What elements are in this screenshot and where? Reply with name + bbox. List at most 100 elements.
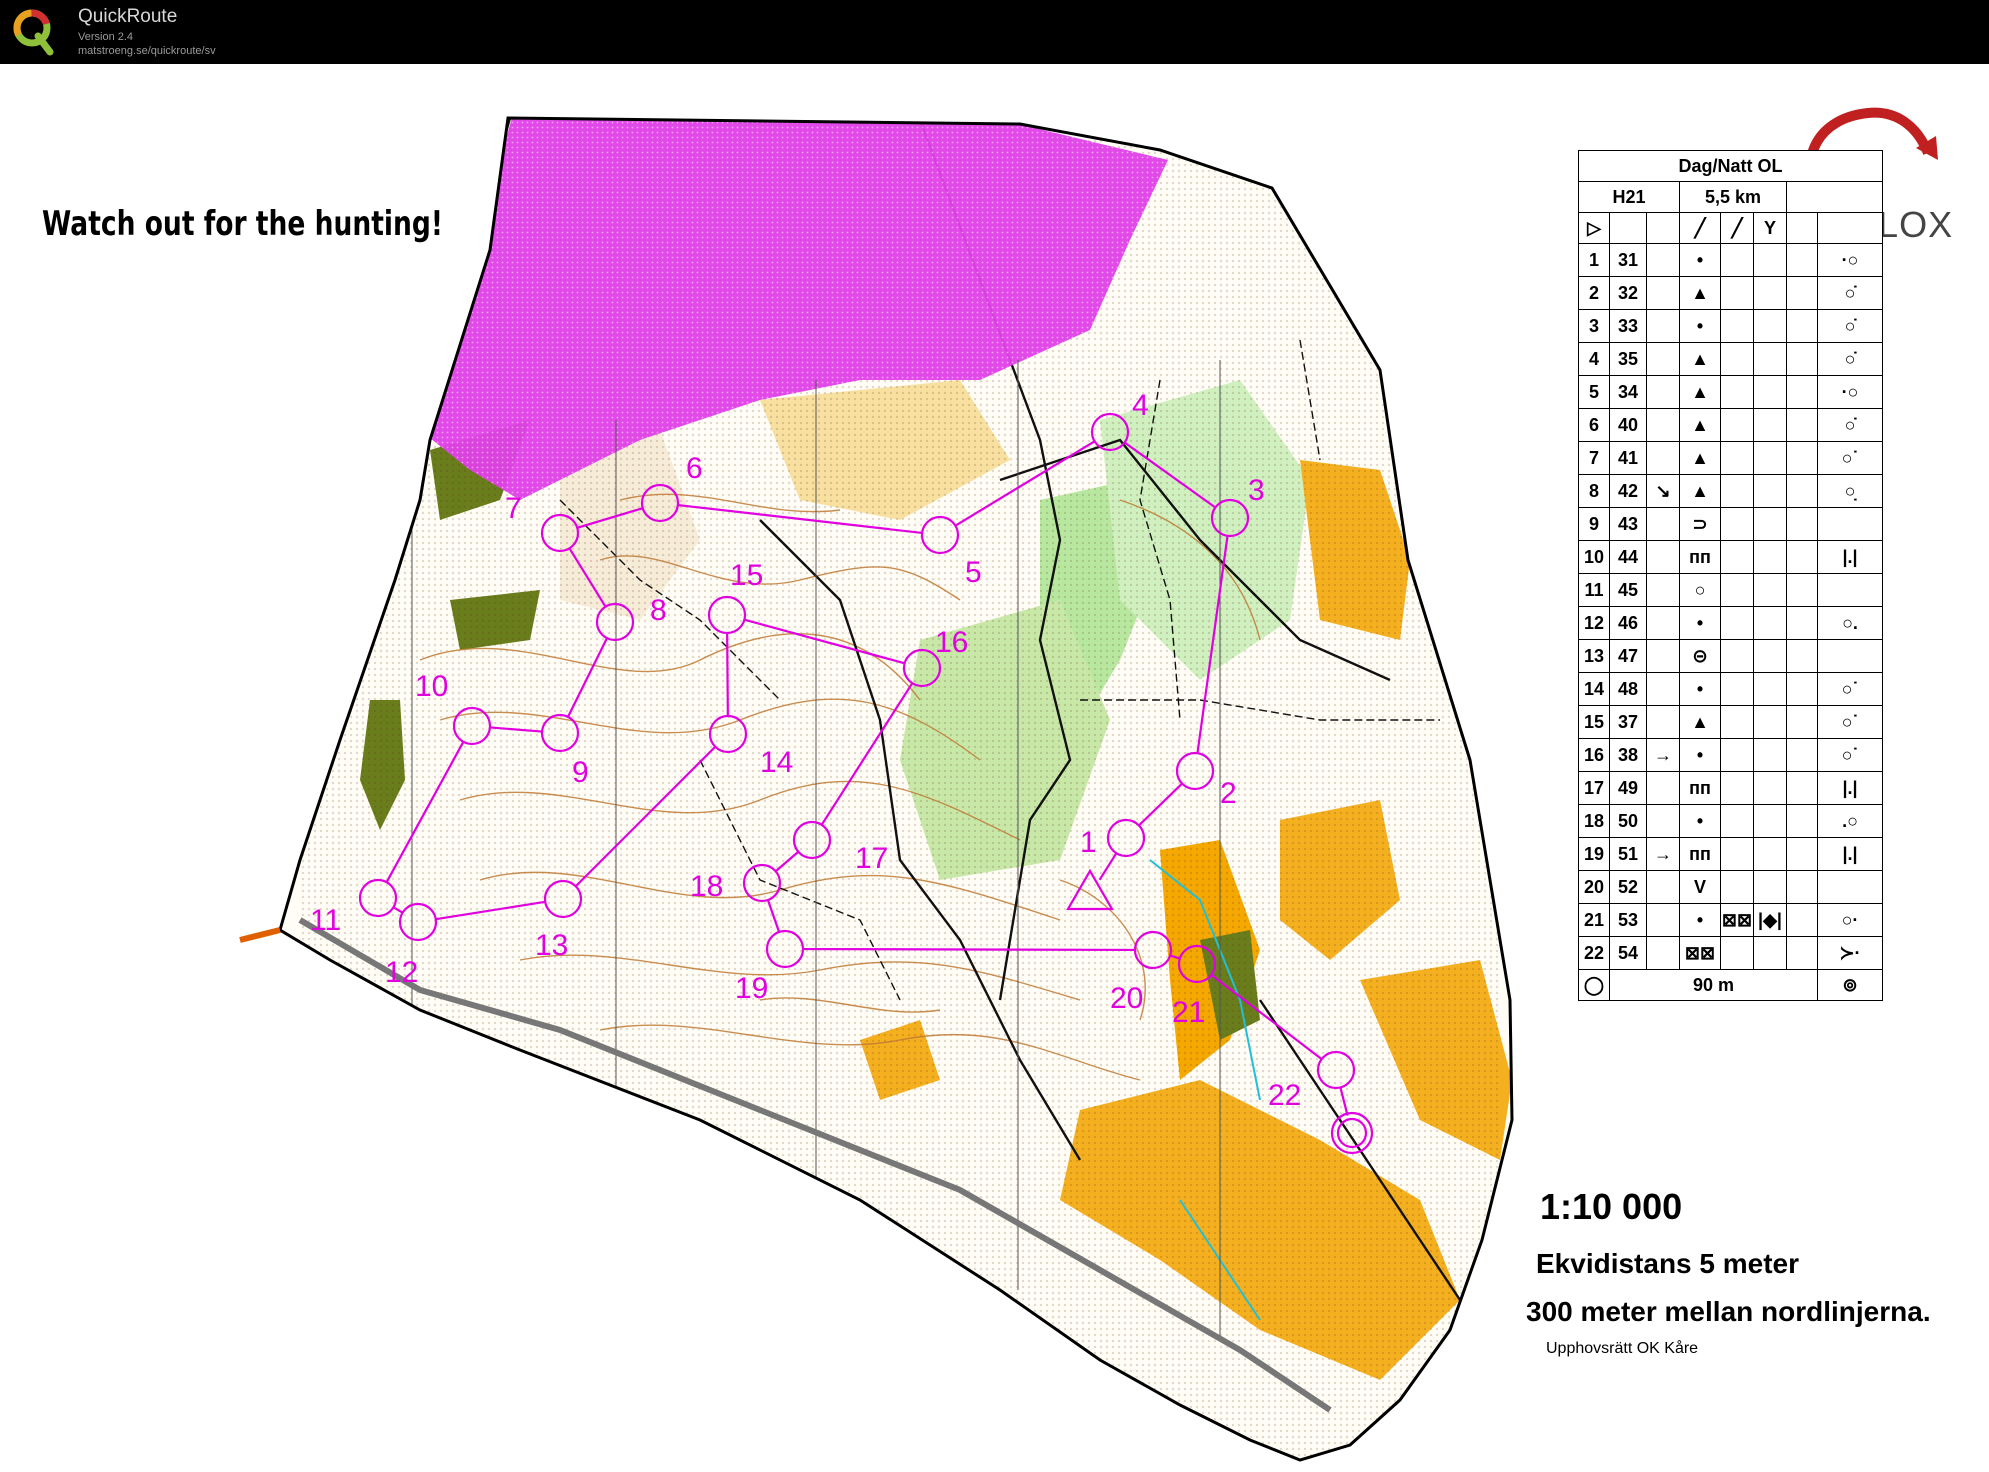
- cd-appearance: [1720, 309, 1754, 343]
- cd-row: 11 45 ○: [1578, 573, 1883, 607]
- cd-dimension: [1753, 672, 1787, 706]
- cd-location: |.|: [1817, 837, 1883, 871]
- cd-code: 42: [1609, 474, 1647, 508]
- cd-direction: [1646, 936, 1680, 970]
- cd-appearance: [1720, 342, 1754, 376]
- cd-code: 53: [1609, 903, 1647, 937]
- control-number-16: 16: [935, 626, 968, 659]
- cd-row: 5 34 ▲ ·○: [1578, 375, 1883, 409]
- cd-location: ○̇: [1817, 276, 1883, 310]
- control-number-8: 8: [650, 594, 667, 627]
- cd-feature: ▲: [1679, 276, 1721, 310]
- cd-dimension: [1753, 738, 1787, 772]
- contour-interval: Ekvidistans 5 meter: [1536, 1248, 1800, 1279]
- cd-blank: [1786, 276, 1818, 310]
- control-number-13: 13: [535, 929, 568, 962]
- cd-blank: [1786, 573, 1818, 607]
- cd-direction: [1646, 507, 1680, 541]
- cd-dimension: [1753, 771, 1787, 805]
- course-leg: [726, 632, 729, 717]
- cd-start-feature: ╱: [1679, 212, 1721, 244]
- cd-code: 48: [1609, 672, 1647, 706]
- control-description-sheet: Dag/Natt OL H21 5,5 km ▷ ╱ ╱ Y 1 31 • ·○ 2 32 ▲ ○̇ 3 33 •…: [1578, 150, 1883, 1001]
- cd-direction: [1646, 243, 1680, 277]
- cd-code: 34: [1609, 375, 1647, 409]
- cd-code: 50: [1609, 804, 1647, 838]
- cd-number: 14: [1578, 672, 1610, 706]
- map-canvas[interactable]: 1 2 3 4 5 6 7 8 9 10 11 12 13 14 15 16 17 18 19 20 21 22 Watc…: [0, 64, 1989, 1472]
- cd-number: 9: [1578, 507, 1610, 541]
- cd-appearance: [1720, 375, 1754, 409]
- cd-appearance: [1720, 639, 1754, 673]
- cd-direction: [1646, 639, 1680, 673]
- cd-direction: →: [1646, 837, 1680, 871]
- cd-blank: [1786, 936, 1818, 970]
- cd-number: 7: [1578, 441, 1610, 475]
- cd-appearance: [1720, 771, 1754, 805]
- cd-row: 6 40 ▲ ○̇: [1578, 408, 1883, 442]
- cd-location: ·○: [1817, 375, 1883, 409]
- cd-feature: •: [1679, 672, 1721, 706]
- cd-feature: ▲: [1679, 408, 1721, 442]
- cd-direction: [1646, 606, 1680, 640]
- cd-feature: V: [1679, 870, 1721, 904]
- cd-dimension: [1753, 705, 1787, 739]
- cd-appearance: [1720, 738, 1754, 772]
- cd-direction: [1646, 771, 1680, 805]
- cd-blank: [1786, 375, 1818, 409]
- cd-appearance: [1720, 672, 1754, 706]
- cd-number: 8: [1578, 474, 1610, 508]
- cd-location: ○.: [1817, 606, 1883, 640]
- control-number-4: 4: [1132, 389, 1149, 422]
- cd-blank: [1786, 181, 1883, 213]
- control-number-6: 6: [686, 452, 703, 485]
- cd-location: ○̇: [1817, 408, 1883, 442]
- cd-feature: •: [1679, 243, 1721, 277]
- cd-feature: ▲: [1679, 441, 1721, 475]
- cd-blank: [1786, 837, 1818, 871]
- app-version: Version 2.4: [78, 31, 134, 43]
- cd-feature: •: [1679, 309, 1721, 343]
- cd-feature: ▲: [1679, 375, 1721, 409]
- cd-location: .○: [1817, 804, 1883, 838]
- cd-dimension: [1753, 540, 1787, 574]
- cd-blank: [1786, 771, 1818, 805]
- cd-dimension: [1753, 408, 1787, 442]
- cd-dimension: [1753, 375, 1787, 409]
- cd-feature: •: [1679, 738, 1721, 772]
- hunting-warning: Watch out for the hunting!: [42, 204, 443, 244]
- cd-location: |.|: [1817, 771, 1883, 805]
- cd-location: |.|: [1817, 540, 1883, 574]
- cd-blank: [1786, 408, 1818, 442]
- cd-direction: [1646, 573, 1680, 607]
- cd-dimension: [1753, 870, 1787, 904]
- cd-blank: [1786, 738, 1818, 772]
- cd-start-feature: Y: [1753, 212, 1787, 244]
- control-number-21: 21: [1172, 996, 1205, 1029]
- cd-appearance: [1720, 474, 1754, 508]
- cd-appearance: [1720, 507, 1754, 541]
- app-url[interactable]: matstroeng.se/quickroute/sv: [78, 45, 216, 57]
- cd-blank: [1786, 672, 1818, 706]
- cd-code: 45: [1609, 573, 1647, 607]
- cd-blank: [1786, 474, 1818, 508]
- cd-row: 16 38 → • ○˙: [1578, 738, 1883, 772]
- cd-feature: ᴨᴨ: [1679, 540, 1721, 574]
- cd-location: ○̇: [1817, 342, 1883, 376]
- cd-feature: ▲: [1679, 705, 1721, 739]
- cd-number: 21: [1578, 903, 1610, 937]
- cd-appearance: [1720, 837, 1754, 871]
- cd-number: 1: [1578, 243, 1610, 277]
- cd-location: ○̣: [1817, 474, 1883, 508]
- cd-direction: [1646, 705, 1680, 739]
- cd-feature: ⊝: [1679, 639, 1721, 673]
- cd-dimension: [1753, 342, 1787, 376]
- cd-row: 14 48 • ○˙: [1578, 672, 1883, 706]
- cd-dimension: [1753, 804, 1787, 838]
- cd-dimension: |◆|: [1753, 903, 1787, 937]
- cd-row: 21 53 • ⊠⊠ |◆| ○·: [1578, 903, 1883, 937]
- map-scale: 1:10 000: [1540, 1186, 1683, 1227]
- cd-dimension: [1753, 837, 1787, 871]
- cd-location: [1817, 507, 1883, 541]
- cd-code: 32: [1609, 276, 1647, 310]
